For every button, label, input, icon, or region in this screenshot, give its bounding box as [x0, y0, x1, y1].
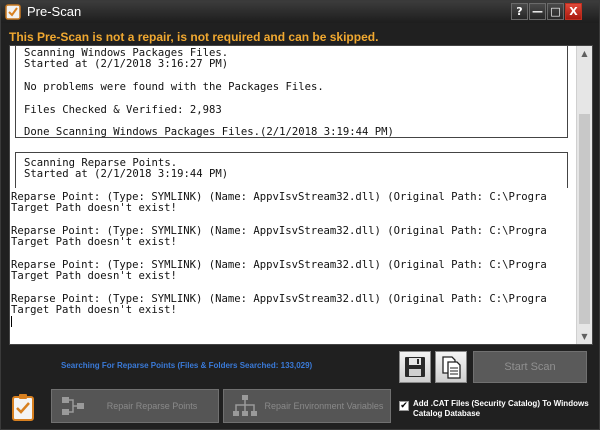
status-text: Searching For Reparse Points (Files & Fo… [61, 361, 313, 370]
log-line: Done Scanning Windows Packages Files.(2/… [24, 126, 394, 138]
log-line: Started at (2/1/2018 3:16:27 PM) [24, 58, 229, 70]
copy-documents-icon [442, 356, 461, 379]
repair-reparse-points-button[interactable]: Repair Reparse Points [51, 389, 219, 423]
add-cat-files-checkbox[interactable]: ✔ [399, 401, 409, 411]
repair-environment-variables-label: Repair Environment Variables [264, 401, 384, 411]
scan-log-content: Scanning Windows Packages Files. Started… [10, 46, 578, 344]
text-cursor [11, 316, 12, 327]
floppy-disk-icon [405, 357, 425, 377]
scroll-thumb[interactable] [579, 114, 590, 324]
minimize-button[interactable]: — [529, 3, 546, 20]
title-bar[interactable]: Pre-Scan ? — □ X [1, 1, 599, 23]
scroll-up-icon[interactable]: ▲ [577, 46, 592, 61]
repair-environment-variables-button[interactable]: Repair Environment Variables [223, 389, 391, 423]
close-button[interactable]: X [565, 3, 582, 20]
repair-reparse-points-label: Repair Reparse Points [106, 401, 198, 411]
scroll-down-icon[interactable]: ▼ [577, 329, 592, 344]
copy-log-button[interactable] [435, 351, 467, 383]
log-line: No problems were found with the Packages… [24, 81, 324, 93]
clipboard-check-icon [12, 394, 34, 421]
pre-scan-window: Pre-Scan ? — □ X This Pre-Scan is not a … [0, 0, 600, 430]
log-line: Target Path doesn't exist! [11, 202, 177, 214]
add-cat-files-label[interactable]: Add .CAT Files (Security Catalog) To Win… [413, 399, 593, 419]
log-line: Started at (2/1/2018 3:19:44 PM) [24, 168, 229, 180]
checklist-app-icon [5, 4, 21, 20]
log-line: Target Path doesn't exist! [11, 304, 177, 316]
tree-hierarchy-icon [233, 395, 257, 416]
log-line: Target Path doesn't exist! [11, 270, 177, 282]
log-line: Target Path doesn't exist! [11, 236, 177, 248]
pre-scan-warning: This Pre-Scan is not a repair, is not re… [9, 30, 379, 44]
save-log-button[interactable] [399, 351, 431, 383]
start-scan-button[interactable]: Start Scan [473, 351, 587, 383]
window-title: Pre-Scan [27, 4, 82, 19]
help-button[interactable]: ? [511, 3, 528, 20]
maximize-button[interactable]: □ [547, 3, 564, 20]
log-scrollbar[interactable]: ▲ ▼ [576, 46, 592, 344]
scan-log[interactable]: Scanning Windows Packages Files. Started… [9, 45, 593, 345]
network-nodes-icon [62, 397, 84, 415]
log-line: Files Checked & Verified: 2,983 [24, 104, 222, 116]
